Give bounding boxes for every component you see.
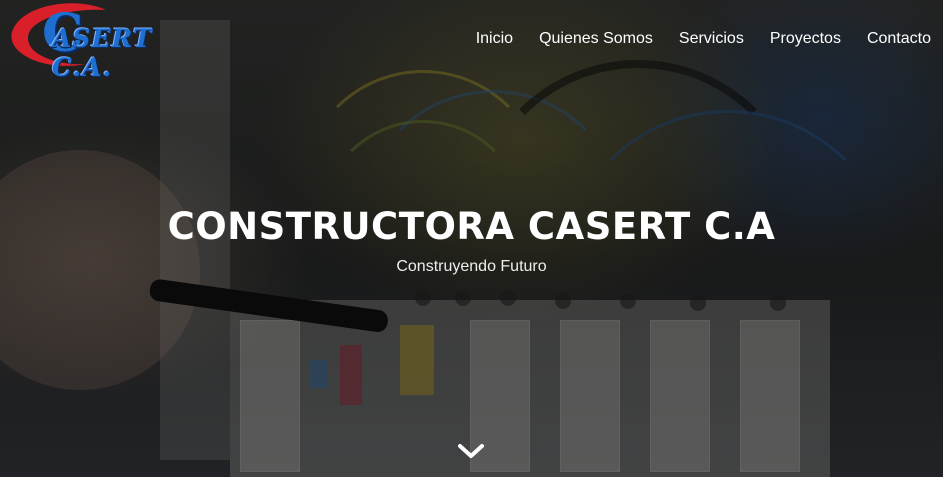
nav-link-contacto[interactable]: Contacto (867, 30, 931, 48)
nav-link-quienes-somos[interactable]: Quienes Somos (539, 30, 653, 48)
nav-link-proyectos[interactable]: Proyectos (770, 30, 841, 48)
chevron-down-icon[interactable] (456, 440, 486, 462)
logo-text: ASERT C.A. (52, 24, 153, 82)
main-nav: Inicio Quienes Somos Servicios Proyectos… (476, 30, 931, 48)
nav-link-inicio[interactable]: Inicio (476, 30, 513, 48)
hero-title: CONSTRUCTORA CASERT C.A (167, 205, 776, 248)
hero-subtitle: Construyendo Futuro (396, 258, 547, 275)
site-logo[interactable]: C ASERT C.A. (2, 2, 212, 82)
nav-link-servicios[interactable]: Servicios (679, 30, 744, 48)
